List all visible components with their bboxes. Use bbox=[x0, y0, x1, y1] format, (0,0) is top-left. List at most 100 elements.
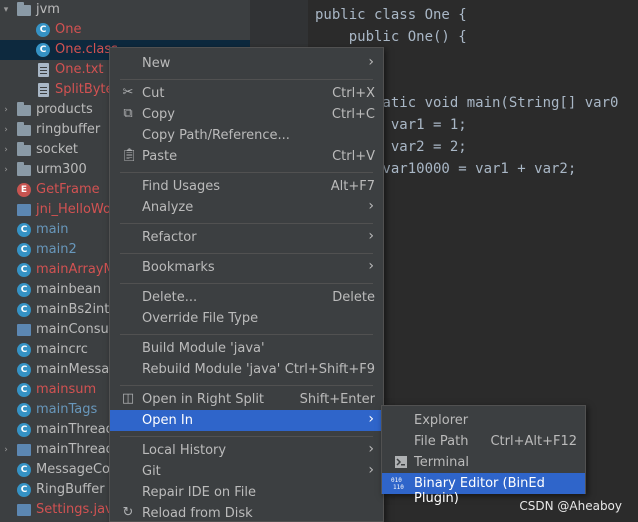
tree-item-label: main bbox=[36, 222, 69, 237]
file-icon bbox=[17, 203, 31, 217]
chevron-right-icon: › bbox=[368, 462, 374, 478]
class-icon: C bbox=[17, 303, 31, 317]
menu-separator bbox=[120, 436, 373, 437]
tree-item-label: mainTags bbox=[36, 402, 98, 417]
code-line: public class One { bbox=[315, 7, 467, 23]
split-icon: ◫ bbox=[121, 391, 135, 406]
class-icon: C bbox=[17, 263, 31, 277]
chevron-right-icon[interactable]: › bbox=[1, 125, 11, 135]
enum-icon: E bbox=[17, 183, 31, 197]
folder-icon bbox=[17, 141, 31, 157]
chevron-right-icon[interactable]: › bbox=[1, 445, 11, 455]
folder-icon bbox=[17, 161, 31, 177]
class-icon: C bbox=[17, 343, 31, 357]
menu-separator bbox=[120, 172, 373, 173]
class-icon: C bbox=[17, 363, 31, 377]
menu-item-local-history[interactable]: Local History › bbox=[110, 440, 383, 461]
tree-item-label: mainsum bbox=[36, 382, 97, 397]
file-icon bbox=[17, 443, 31, 457]
tree-item-label: jvm bbox=[36, 2, 60, 17]
menu-separator bbox=[120, 253, 373, 254]
menu-item-copy-path[interactable]: Copy Path/Reference... bbox=[110, 125, 383, 146]
submenu-item-terminal[interactable]: Terminal bbox=[382, 452, 585, 473]
chevron-down-icon[interactable]: ▾ bbox=[1, 5, 11, 15]
tree-item-label: mainThread bbox=[36, 422, 114, 437]
submenu-item-explorer[interactable]: Explorer bbox=[382, 410, 585, 431]
class-icon: C bbox=[17, 243, 31, 257]
tree-item-label: ringbuffer bbox=[36, 122, 101, 137]
chevron-right-icon: › bbox=[368, 441, 374, 457]
binary-icon: 010 110 bbox=[391, 476, 409, 494]
menu-item-new[interactable]: New › bbox=[110, 53, 383, 74]
file-icon bbox=[17, 503, 31, 517]
tree-item-label: Settings.java bbox=[36, 502, 121, 517]
menu-separator bbox=[120, 385, 373, 386]
file-icon bbox=[17, 323, 31, 337]
tree-item-label: mainBs2int bbox=[36, 302, 110, 317]
tree-item-label: One.txt bbox=[55, 62, 104, 77]
watermark: CSDN @Aheaboy bbox=[519, 499, 622, 513]
open-in-submenu: Explorer File Path Ctrl+Alt+F12 Terminal … bbox=[381, 405, 586, 506]
menu-item-repair-ide[interactable]: Repair IDE on File bbox=[110, 482, 383, 503]
tree-item-label: mainbean bbox=[36, 282, 101, 297]
class-icon: C bbox=[17, 463, 31, 477]
class-icon: C bbox=[36, 23, 50, 37]
menu-item-refactor[interactable]: Refactor › bbox=[110, 227, 383, 248]
chevron-right-icon[interactable]: › bbox=[1, 145, 11, 155]
menu-separator bbox=[120, 79, 373, 80]
menu-item-copy[interactable]: ⧉ Copy Ctrl+C bbox=[110, 104, 383, 125]
svg-text:010: 010 bbox=[391, 477, 402, 484]
code-line: public One() { bbox=[315, 29, 467, 45]
submenu-item-binary-editor[interactable]: 010 110 Binary Editor (BinEd Plugin) bbox=[382, 473, 585, 506]
tree-item-label: One bbox=[55, 22, 82, 37]
chevron-right-icon: › bbox=[368, 258, 374, 274]
menu-item-rebuild-module[interactable]: Rebuild Module 'java' Ctrl+Shift+F9 bbox=[110, 359, 383, 380]
tree-item-label: products bbox=[36, 102, 93, 117]
class-icon: C bbox=[17, 403, 31, 417]
menu-item-delete[interactable]: Delete... Delete bbox=[110, 287, 383, 308]
tree-item-label: mainMessag bbox=[36, 362, 118, 377]
tree-item-label: maincrc bbox=[36, 342, 88, 357]
folder-icon bbox=[17, 101, 31, 117]
menu-item-open-in[interactable]: Open In › bbox=[110, 410, 383, 431]
class-icon: C bbox=[17, 383, 31, 397]
submenu-item-file-path[interactable]: File Path Ctrl+Alt+F12 bbox=[382, 431, 585, 452]
paste-icon: 📋︎ bbox=[121, 148, 138, 163]
menu-item-cut[interactable]: ✂ Cut Ctrl+X bbox=[110, 83, 383, 104]
tree-item[interactable]: ▾ jvm bbox=[0, 0, 250, 20]
class-icon: C bbox=[17, 283, 31, 297]
class-icon: C bbox=[17, 223, 31, 237]
copy-icon: ⧉ bbox=[123, 106, 133, 121]
menu-item-git[interactable]: Git › bbox=[110, 461, 383, 482]
menu-separator bbox=[120, 223, 373, 224]
folder-icon bbox=[17, 1, 31, 17]
chevron-right-icon: › bbox=[368, 198, 374, 214]
tree-item-label: main2 bbox=[36, 242, 77, 257]
class-icon: C bbox=[17, 423, 31, 437]
scissors-icon: ✂ bbox=[122, 85, 134, 100]
tree-item-label: socket bbox=[36, 142, 79, 157]
chevron-right-icon: › bbox=[368, 54, 374, 70]
tree-item[interactable]: C One bbox=[0, 20, 250, 40]
terminal-icon bbox=[395, 456, 407, 472]
folder-icon bbox=[17, 121, 31, 137]
menu-item-find-usages[interactable]: Find Usages Alt+F7 bbox=[110, 176, 383, 197]
class-icon: C bbox=[36, 43, 50, 57]
menu-item-bookmarks[interactable]: Bookmarks › bbox=[110, 257, 383, 278]
menu-item-build-module[interactable]: Build Module 'java' bbox=[110, 338, 383, 359]
tree-item-label: RingBuffer bbox=[36, 482, 105, 497]
text-file-icon bbox=[36, 63, 50, 77]
menu-item-analyze[interactable]: Analyze › bbox=[110, 197, 383, 218]
menu-separator bbox=[120, 283, 373, 284]
chevron-right-icon: › bbox=[368, 228, 374, 244]
chevron-right-icon: › bbox=[368, 411, 374, 427]
menu-item-paste[interactable]: 📋︎ Paste Ctrl+V bbox=[110, 146, 383, 167]
menu-item-override-file-type[interactable]: Override File Type bbox=[110, 308, 383, 329]
menu-item-reload-from-disk[interactable]: ↻ Reload from Disk bbox=[110, 503, 383, 522]
menu-item-open-right-split[interactable]: ◫ Open in Right Split Shift+Enter bbox=[110, 389, 383, 410]
chevron-right-icon[interactable]: › bbox=[1, 165, 11, 175]
menu-separator bbox=[120, 334, 373, 335]
tree-item-label: MessageCor bbox=[36, 462, 116, 477]
tree-item-label: GetFrame bbox=[36, 182, 100, 197]
chevron-right-icon[interactable]: › bbox=[1, 105, 11, 115]
